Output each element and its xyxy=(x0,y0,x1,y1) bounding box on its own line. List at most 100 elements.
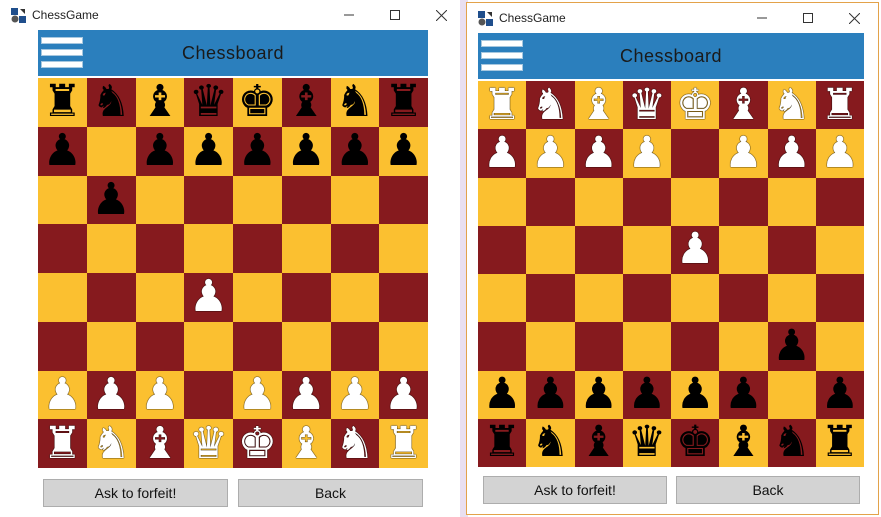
board-square[interactable]: ♟ xyxy=(767,129,816,178)
black-rook-icon[interactable]: ♜ xyxy=(384,80,423,124)
board-square[interactable]: ♝ xyxy=(719,81,768,130)
board-square[interactable]: ♝ xyxy=(281,78,331,127)
board-square[interactable]: ♟ xyxy=(86,175,136,225)
board-square[interactable] xyxy=(767,225,816,274)
board-square[interactable] xyxy=(574,322,623,371)
board-square[interactable]: ♟ xyxy=(38,370,87,420)
board-square[interactable]: ♝ xyxy=(719,418,768,467)
board-square[interactable]: ♞ xyxy=(330,419,380,468)
ask-to-forfeit-button[interactable]: Ask to forfeit! xyxy=(483,476,667,504)
black-queen-icon[interactable]: ♛ xyxy=(189,80,228,124)
board-square[interactable]: ♝ xyxy=(574,418,623,467)
board-square[interactable]: ♟ xyxy=(671,370,720,419)
board-square[interactable] xyxy=(815,225,864,274)
board-square[interactable]: ♞ xyxy=(526,418,575,467)
board-square[interactable] xyxy=(330,321,380,371)
close-button[interactable] xyxy=(831,3,877,33)
board-square[interactable] xyxy=(86,321,136,371)
board-square[interactable]: ♟ xyxy=(135,126,185,176)
board-square[interactable] xyxy=(622,322,671,371)
board-square[interactable]: ♟ xyxy=(184,126,233,176)
board-square[interactable] xyxy=(38,321,87,371)
board-square[interactable] xyxy=(671,274,720,323)
title-bar[interactable]: ChessGame xyxy=(0,0,460,30)
board-square[interactable]: ♝ xyxy=(135,78,185,127)
white-pawn-icon[interactable]: ♟ xyxy=(43,372,82,417)
board-square[interactable] xyxy=(815,274,864,323)
white-pawn-icon[interactable]: ♟ xyxy=(628,131,667,175)
board-square[interactable]: ♟ xyxy=(622,370,671,419)
board-square[interactable] xyxy=(767,274,816,323)
board-square[interactable]: ♜ xyxy=(478,418,527,467)
board-square[interactable] xyxy=(38,273,87,322)
board-square[interactable] xyxy=(330,175,380,225)
black-pawn-icon[interactable]: ♟ xyxy=(140,129,179,173)
maximize-button[interactable] xyxy=(785,3,831,33)
board-square[interactable]: ♟ xyxy=(281,370,331,420)
board-square[interactable]: ♟ xyxy=(478,370,527,419)
board-square[interactable] xyxy=(184,175,233,225)
board-square[interactable]: ♟ xyxy=(86,370,136,420)
board-square[interactable] xyxy=(233,224,282,273)
board-square[interactable]: ♝ xyxy=(135,419,185,468)
board-square[interactable]: ♜ xyxy=(379,419,428,468)
board-square[interactable]: ♜ xyxy=(815,418,864,467)
white-bishop-icon[interactable]: ♝ xyxy=(579,83,618,127)
board-square[interactable] xyxy=(719,274,768,323)
white-pawn-icon[interactable]: ♟ xyxy=(676,228,715,271)
board-square[interactable] xyxy=(478,177,527,226)
white-rook-icon[interactable]: ♜ xyxy=(821,83,860,127)
board-square[interactable] xyxy=(38,224,87,273)
white-pawn-icon[interactable]: ♟ xyxy=(189,275,228,319)
white-pawn-icon[interactable]: ♟ xyxy=(821,131,860,175)
title-bar[interactable]: ChessGame xyxy=(467,3,878,33)
board-square[interactable] xyxy=(184,321,233,371)
white-knight-icon[interactable]: ♞ xyxy=(531,83,570,127)
board-square[interactable]: ♜ xyxy=(815,81,864,130)
back-button[interactable]: Back xyxy=(676,476,860,504)
board-square[interactable]: ♟ xyxy=(526,370,575,419)
board-square[interactable] xyxy=(86,224,136,273)
board-square[interactable]: ♚ xyxy=(671,418,720,467)
black-pawn-icon[interactable]: ♟ xyxy=(531,373,570,416)
black-rook-icon[interactable]: ♜ xyxy=(43,80,82,124)
black-rook-icon[interactable]: ♜ xyxy=(483,421,522,464)
board-square[interactable] xyxy=(281,273,331,322)
black-king-icon[interactable]: ♚ xyxy=(238,80,277,124)
board-square[interactable] xyxy=(815,177,864,226)
white-bishop-icon[interactable]: ♝ xyxy=(140,421,179,466)
black-knight-icon[interactable]: ♞ xyxy=(772,421,811,464)
chessboard[interactable]: ♜ ♞ ♝ ♛ ♚ ♝ ♞ ♜ ♟ ♟ ♟ ♟ ♟ ♟ ♟ ♟ ♟ ♟ ♟ ♟ ♟ ♟ ♟ ♟ ♜ ♞ ♝ ♛ ♚ ♝ ♞ ♜ xyxy=(38,78,428,468)
black-rook-icon[interactable]: ♜ xyxy=(821,421,860,464)
board-square[interactable] xyxy=(330,273,380,322)
board-square[interactable] xyxy=(233,273,282,322)
board-square[interactable]: ♟ xyxy=(574,129,623,178)
board-square[interactable] xyxy=(622,274,671,323)
board-square[interactable]: ♛ xyxy=(622,418,671,467)
board-square[interactable]: ♟ xyxy=(719,370,768,419)
board-square[interactable] xyxy=(671,177,720,226)
board-square[interactable] xyxy=(526,225,575,274)
board-square[interactable] xyxy=(233,321,282,371)
board-square[interactable] xyxy=(719,177,768,226)
board-square[interactable]: ♟ xyxy=(233,370,282,420)
board-square[interactable] xyxy=(38,175,87,225)
board-square[interactable] xyxy=(330,224,380,273)
board-square[interactable]: ♞ xyxy=(767,418,816,467)
white-rook-icon[interactable]: ♜ xyxy=(384,421,423,466)
white-knight-icon[interactable]: ♞ xyxy=(91,421,130,466)
white-pawn-icon[interactable]: ♟ xyxy=(579,131,618,175)
board-square[interactable] xyxy=(767,370,816,419)
board-square[interactable]: ♟ xyxy=(478,129,527,178)
black-pawn-icon[interactable]: ♟ xyxy=(43,129,82,173)
maximize-button[interactable] xyxy=(372,0,418,30)
board-square[interactable] xyxy=(719,322,768,371)
board-square[interactable] xyxy=(379,224,428,273)
board-square[interactable]: ♞ xyxy=(86,419,136,468)
board-square[interactable] xyxy=(281,321,331,371)
white-queen-icon[interactable]: ♛ xyxy=(189,421,228,466)
white-pawn-icon[interactable]: ♟ xyxy=(531,131,570,175)
board-square[interactable]: ♛ xyxy=(622,81,671,130)
board-square[interactable] xyxy=(574,274,623,323)
white-pawn-icon[interactable]: ♟ xyxy=(335,372,374,417)
